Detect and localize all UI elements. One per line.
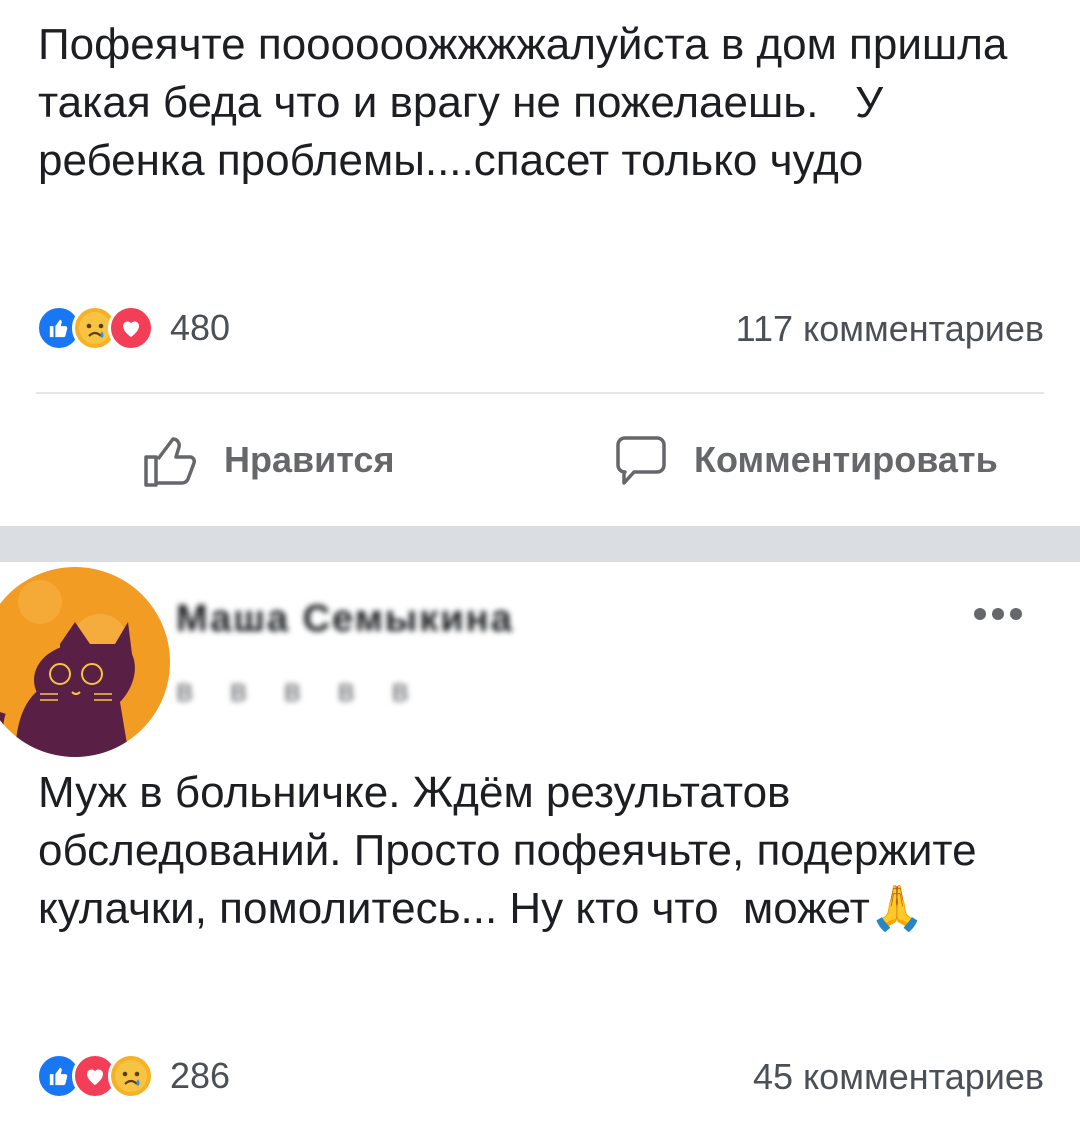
comment-button[interactable]: Комментировать [612, 425, 998, 495]
love-reaction-icon [108, 305, 154, 351]
reaction-count: 286 [170, 1055, 231, 1096]
feed-separator [0, 526, 1080, 562]
comment-bubble-icon [616, 436, 666, 485]
thumbs-up-icon [144, 437, 196, 487]
post-text: Муж в больничке. Ждём результатов обслед… [38, 768, 989, 933]
post-text: Пофеячте поооооожжжжалуйста в дом пришла… [38, 20, 1020, 185]
comments-count[interactable]: 45 комментариев [753, 1056, 1044, 1098]
more-options-icon[interactable] [974, 608, 1022, 620]
reactions-summary[interactable]: 286 [36, 1053, 231, 1099]
comments-count[interactable]: 117 комментариев [736, 308, 1044, 350]
divider [36, 392, 1044, 394]
comment-label: Комментировать [694, 439, 998, 480]
avatar[interactable] [0, 562, 170, 762]
sad-reaction-icon [108, 1053, 154, 1099]
author-name[interactable]: Маша Семыкина [176, 598, 514, 641]
reaction-count: 480 [170, 307, 231, 348]
like-label: Нравится [224, 439, 395, 480]
like-button[interactable]: Нравится [142, 425, 394, 495]
reactions-summary[interactable]: 480 [36, 305, 231, 351]
post-meta: в в в в в [176, 672, 423, 708]
